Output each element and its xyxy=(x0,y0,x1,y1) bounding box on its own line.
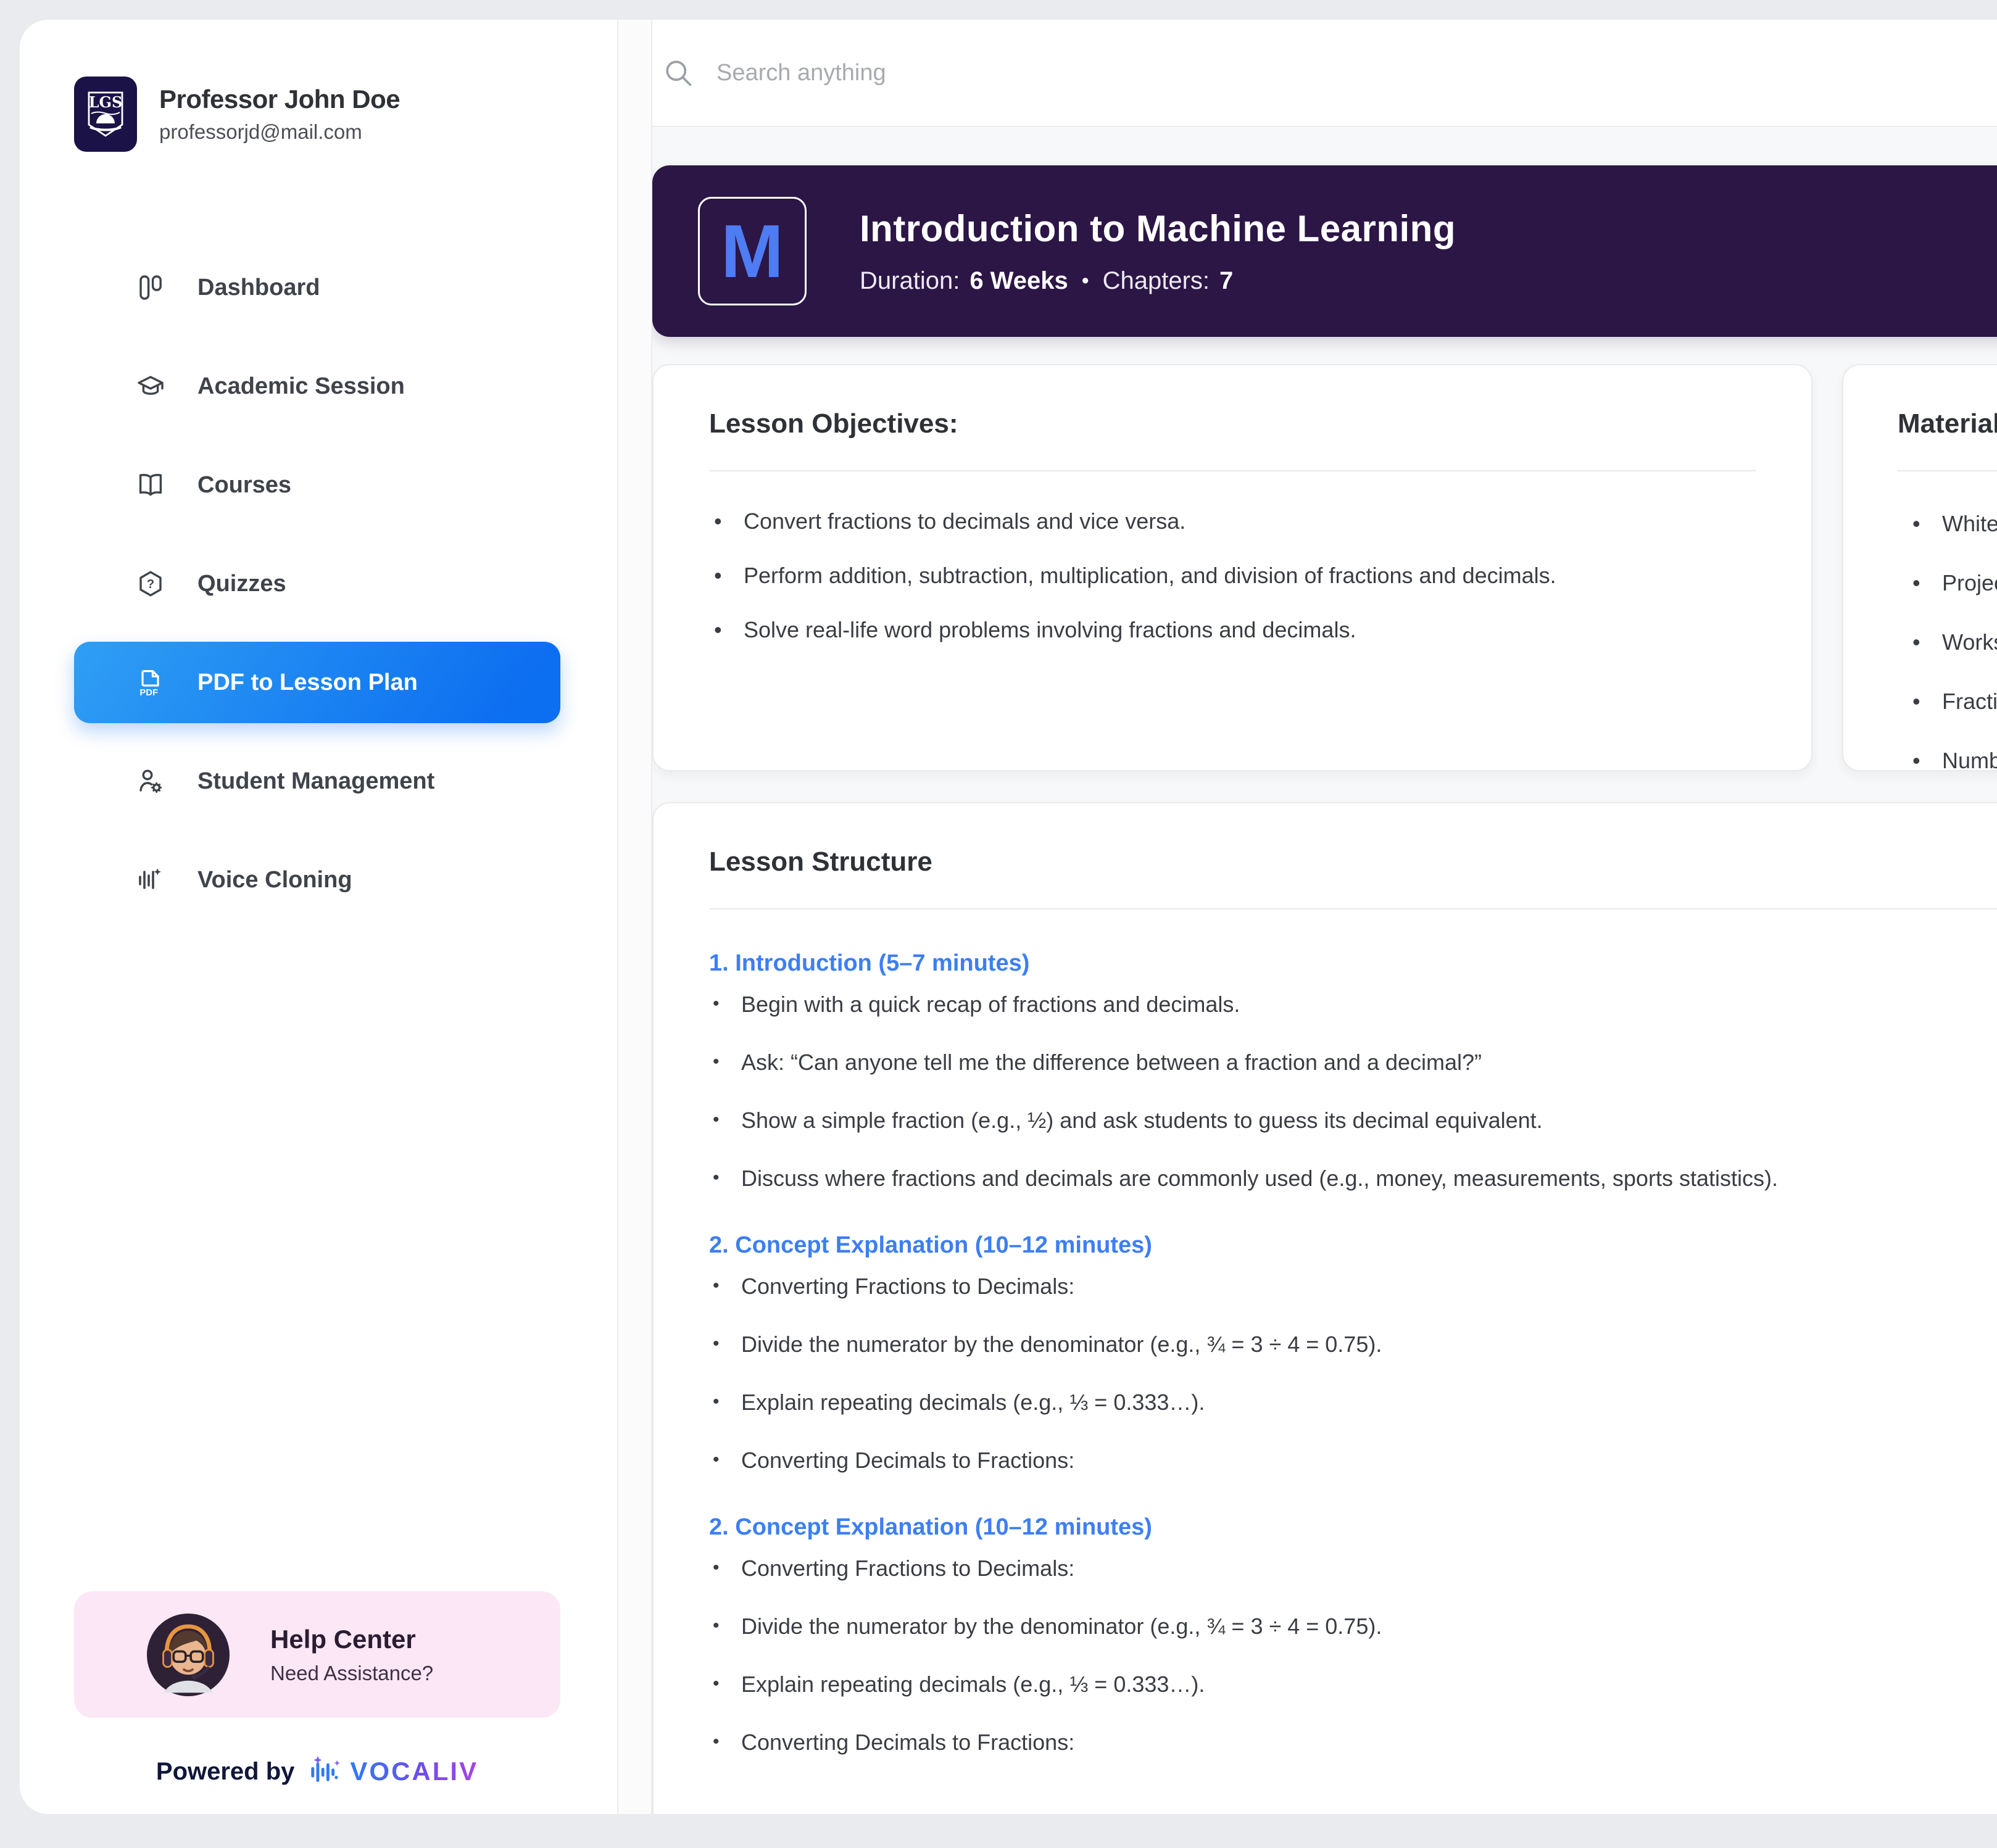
svg-text:LGS: LGS xyxy=(89,93,123,111)
list-item: Worksheets xyxy=(1898,629,1997,655)
main-area: Search anything M Introduction to Machin… xyxy=(652,20,1997,1814)
app-window: LGS Professor John Doe professorjd@mail.… xyxy=(20,20,1997,1814)
sidebar-item-label: Quizzes xyxy=(197,570,286,597)
school-logo-icon: LGS xyxy=(74,77,137,152)
materials-card: Materials: Whiteboard Projector Worksheets… xyxy=(1842,364,1997,771)
section-heading-3: 2. Concept Explanation (10–12 minutes) xyxy=(709,1514,1152,1540)
profile: LGS Professor John Doe professorjd@mail.… xyxy=(74,77,560,152)
meta-separator: • xyxy=(1081,269,1089,292)
list-item: Whiteboard xyxy=(1898,511,1997,537)
dashboard-icon xyxy=(136,273,165,302)
profile-email: professorjd@mail.com xyxy=(159,120,362,143)
sidebar-nav: Dashboard Academic Session Courses? Quizzes… xyxy=(74,238,560,929)
list-item: Ask: “Can anyone tell me the difference … xyxy=(709,1050,1997,1075)
sidebar: LGS Professor John Doe professorjd@mail.… xyxy=(20,20,617,1814)
list-item: Divide the numerator by the denominator … xyxy=(709,1332,1997,1357)
help-title: Help Center xyxy=(270,1624,416,1654)
sidebar-item-voice-cloning[interactable]: Voice Cloning xyxy=(74,831,560,929)
sidebar-item-academic-session[interactable]: Academic Session xyxy=(74,337,560,436)
list-item: Explain repeating decimals (e.g., ⅓ = 0.… xyxy=(709,1672,1997,1697)
student-gear-icon xyxy=(136,766,165,796)
powered-by: Powered by VOCALIV xyxy=(74,1754,560,1789)
list-item: Divide the numerator by the denominator … xyxy=(709,1614,1997,1639)
sidebar-item-label: Dashboard xyxy=(197,274,320,300)
list-item: Converting Fractions to Decimals: xyxy=(709,1274,1997,1299)
list-item: Fraction strips xyxy=(1898,689,1997,715)
voice-wave-icon xyxy=(136,865,165,895)
list-item: Begin with a quick recap of fractions an… xyxy=(709,992,1997,1017)
course-meta: Duration: 6 Weeks • Chapters: 7 xyxy=(860,267,1456,295)
sidebar-item-student-management[interactable]: Student Management xyxy=(74,732,560,831)
list-item: Converting Fractions to Decimals: xyxy=(709,1556,1997,1581)
list-item: Perform addition, subtraction, multiplic… xyxy=(709,563,1756,589)
pdf-file-icon: PDF xyxy=(136,668,165,697)
materials-list: Whiteboard Projector Worksheets Fraction st… xyxy=(1898,511,1997,770)
list-item: Discuss where fractions and decimals are… xyxy=(709,1166,1997,1191)
powered-by-label: Powered by xyxy=(156,1757,295,1785)
svg-text:?: ? xyxy=(147,578,154,591)
list-item: Solve real-life word problems involving … xyxy=(709,617,1756,643)
chapters-value: 7 xyxy=(1219,267,1234,294)
list-item: Convert fractions to decimals and vice v… xyxy=(709,508,1756,534)
chapters-label: Chapters: xyxy=(1102,267,1210,294)
help-avatar-icon xyxy=(147,1613,230,1696)
vocaliv-wave-icon xyxy=(311,1755,341,1782)
sidebar-item-label: Student Management xyxy=(197,768,435,794)
graduation-cap-icon xyxy=(136,371,165,401)
course-header-card: M Introduction to Machine Learning Durat… xyxy=(652,165,1997,337)
lesson-structure-sections: 1. Introduction (5–7 minutes) Begin with … xyxy=(709,950,1997,1755)
help-subtitle: Need Assistance? xyxy=(270,1661,434,1684)
lesson-objectives-card: Lesson Objectives: Convert fractions to … xyxy=(652,364,1812,771)
quiz-icon: ? xyxy=(136,569,165,599)
content: M Introduction to Machine Learning Durat… xyxy=(652,127,1997,1814)
svg-text:PDF: PDF xyxy=(139,688,158,697)
lesson-structure-card: Lesson Structure 1. Introduction (5–7 mi… xyxy=(652,802,1997,1814)
list-item: Projector xyxy=(1898,570,1997,596)
sidebar-item-label: Voice Cloning xyxy=(197,866,352,893)
lesson-objectives-title: Lesson Objectives: xyxy=(709,408,958,439)
duration-value: 6 Weeks xyxy=(969,267,1068,294)
course-icon: M xyxy=(698,197,807,305)
help-center-card[interactable]: Help Center Need Assistance? xyxy=(74,1591,560,1718)
book-icon xyxy=(136,470,165,500)
topbar: Search anything xyxy=(652,20,1997,127)
list-item: Show a simple fraction (e.g., ½) and ask… xyxy=(709,1108,1997,1133)
section-bullets: Converting Fractions to Decimals: Divide … xyxy=(709,1274,1997,1473)
course-title: Introduction to Machine Learning xyxy=(860,208,1456,249)
section-heading-1: 1. Introduction (5–7 minutes) xyxy=(709,950,1030,976)
duration-label: Duration: xyxy=(860,267,960,294)
sidebar-item-quizzes[interactable]: ? Quizzes xyxy=(74,534,560,633)
section-bullets: Converting Fractions to Decimals: Divide … xyxy=(709,1556,1997,1755)
vocaliv-logo: VOCALIV xyxy=(308,1754,478,1789)
search-input[interactable]: Search anything xyxy=(716,60,886,86)
list-item: Number lines xyxy=(1898,748,1997,770)
sidebar-item-dashboard[interactable]: Dashboard xyxy=(74,238,560,337)
vocaliv-wordmark: VOCALIV xyxy=(350,1757,479,1786)
lesson-structure-title: Lesson Structure xyxy=(709,847,932,877)
materials-title: Materials: xyxy=(1898,408,1997,439)
list-item: Converting Decimals to Fractions: xyxy=(709,1730,1997,1755)
list-item: Explain repeating decimals (e.g., ⅓ = 0.… xyxy=(709,1390,1997,1415)
sidebar-item-label: PDF to Lesson Plan xyxy=(197,669,418,695)
search-icon xyxy=(666,60,692,86)
sidebar-item-label: Courses xyxy=(197,471,292,498)
sidebar-item-pdf-to-lesson-plan[interactable]: PDF PDF to Lesson Plan xyxy=(74,642,560,723)
lesson-objectives-list: Convert fractions to decimals and vice v… xyxy=(709,508,1756,643)
sidebar-item-label: Academic Session xyxy=(197,373,405,399)
sidebar-scrollbar[interactable] xyxy=(617,20,652,1814)
profile-name: Professor John Doe xyxy=(159,85,401,114)
section-bullets: Begin with a quick recap of fractions an… xyxy=(709,992,1997,1191)
list-item: Converting Decimals to Fractions: xyxy=(709,1448,1997,1473)
sidebar-item-courses[interactable]: Courses xyxy=(74,436,560,534)
section-heading-2: 2. Concept Explanation (10–12 minutes) xyxy=(709,1232,1152,1258)
